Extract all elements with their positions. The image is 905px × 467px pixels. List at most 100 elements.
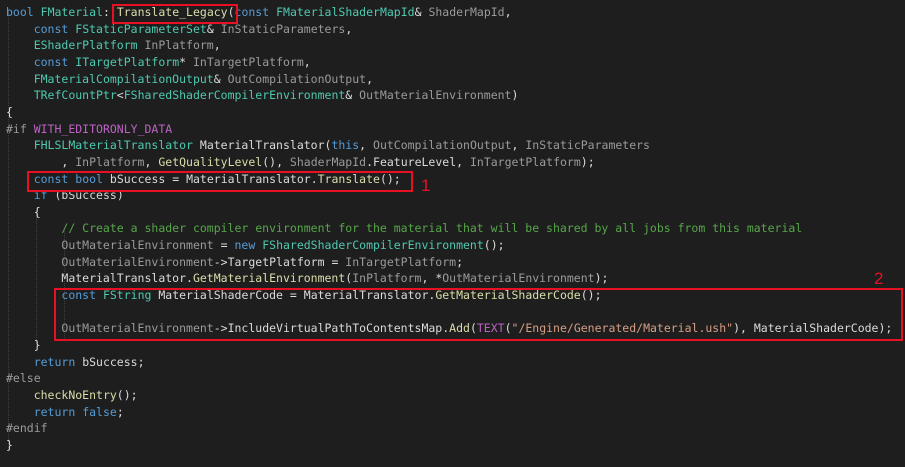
code-token-default: } <box>6 437 13 452</box>
code-line[interactable]: #else <box>6 370 41 387</box>
code-token-default: , <box>6 154 76 169</box>
code-token-class: TRefCountPtr <box>33 88 117 103</box>
code-token-default: (); <box>116 387 138 402</box>
code-line[interactable]: const ITargetPlatform* InTargetPlatform, <box>6 54 311 71</box>
code-token-class: FMaterial <box>40 5 103 19</box>
code-token-keyword: this <box>331 138 360 153</box>
code-token-default: , <box>345 21 353 36</box>
code-line[interactable]: return false; <box>6 404 124 421</box>
code-token-param: OutCompilationOutput <box>227 71 367 86</box>
code-line[interactable]: TRefCountPtr<FSharedShaderCompilerEnviro… <box>6 87 519 104</box>
code-token-default: & <box>213 71 228 86</box>
code-token-keyword: const <box>33 21 69 36</box>
code-token-keyword: const <box>33 54 69 69</box>
code-token-param: InStaticParameters <box>525 138 650 153</box>
code-line[interactable]: MaterialTranslator.GetMaterialEnvironmen… <box>6 270 608 287</box>
code-token-default: { <box>6 104 13 119</box>
code-token-class: FHLSLMaterialTranslator <box>33 138 193 153</box>
code-line[interactable]: EShaderPlatform InPlatform, <box>6 37 221 54</box>
code-token-param: InStaticParameters <box>220 21 346 36</box>
code-token-class: FSharedShaderCompilerEnvironment <box>262 238 484 253</box>
code-token-default: , <box>144 154 159 169</box>
annotation-box-2 <box>54 288 903 341</box>
code-token-default: = <box>324 254 346 269</box>
code-token-default <box>6 38 34 52</box>
annotation-box-1 <box>27 171 413 192</box>
code-token-function: checkNoEntry <box>33 387 117 402</box>
code-token-default <box>6 22 34 36</box>
code-token-default: -> <box>213 254 228 269</box>
code-token-default: { <box>6 204 41 219</box>
code-token-default: } <box>6 338 41 352</box>
code-token-default: . <box>366 154 374 169</box>
code-token-param: ShaderMapId <box>289 154 367 169</box>
code-line[interactable]: bool FMaterial::Translate_Legacy(const F… <box>6 4 512 21</box>
code-line[interactable]: // Create a shader compiler environment … <box>6 220 802 237</box>
code-token-param: InPlatform <box>352 271 422 286</box>
code-token-param: InTargetPlatform <box>345 254 457 269</box>
code-token-keyword: false <box>82 404 117 419</box>
code-token-default <box>6 238 61 252</box>
code-token-default: (); <box>483 238 505 253</box>
code-token-keyword: const <box>234 5 270 19</box>
code-token-param: OutMaterialEnvironment <box>442 271 595 286</box>
code-line[interactable]: { <box>6 104 13 121</box>
code-token-default <box>6 138 34 152</box>
code-token-comment: // Create a shader compiler environment … <box>61 221 803 236</box>
annotation-number-1: 1 <box>421 176 431 195</box>
code-token-default: & <box>345 88 360 103</box>
code-token-default: , <box>359 138 374 153</box>
code-line[interactable]: #endif <box>6 420 48 437</box>
code-token-function: GetQualityLevel <box>158 154 263 169</box>
code-token-class: ITargetPlatform <box>75 54 180 69</box>
code-token-class: EShaderPlatform <box>33 38 138 53</box>
code-line[interactable]: { <box>6 204 41 221</box>
code-line[interactable]: FMaterialCompilationOutput& OutCompilati… <box>6 71 373 88</box>
code-token-param: InTargetPlatform <box>469 154 581 169</box>
code-token-default: . <box>186 271 193 286</box>
annotation-box-translate-legacy <box>112 4 238 24</box>
code-token-default <box>34 5 41 19</box>
code-token-default <box>6 255 61 269</box>
code-line[interactable]: } <box>6 337 41 354</box>
code-token-preproc: #endif <box>6 421 48 436</box>
code-line[interactable]: return bSuccess; <box>6 354 145 371</box>
code-token-default: , <box>366 71 373 86</box>
code-line[interactable]: OutMaterialEnvironment = new FSharedShad… <box>6 237 505 254</box>
code-token-default: ; <box>137 354 145 369</box>
code-token-keyword: new <box>234 238 256 253</box>
code-token-default: , <box>511 138 526 153</box>
code-line[interactable]: OutMaterialEnvironment->TargetPlatform =… <box>6 254 463 271</box>
code-token-default <box>6 355 34 369</box>
code-token-class: FMaterialCompilationOutput <box>33 71 214 86</box>
code-token-default: , * <box>421 271 443 286</box>
code-token-default: , <box>303 54 311 69</box>
code-token-default <box>6 405 34 419</box>
code-line[interactable]: #if WITH_EDITORONLY_DATA <box>6 121 172 138</box>
code-token-param: ShaderMapId <box>428 5 505 19</box>
code-token-default: , <box>213 38 221 53</box>
code-token-param: InPlatform <box>75 154 145 169</box>
code-token-param: InTargetPlatform <box>192 54 304 69</box>
code-token-keyword: return <box>33 354 76 369</box>
code-token-macro: WITH_EDITORONLY_DATA <box>33 121 173 136</box>
code-editor[interactable]: bool FMaterial::Translate_Legacy(const F… <box>0 0 905 467</box>
code-token-default: ); <box>580 154 595 169</box>
code-token-param: OutMaterialEnvironment <box>61 238 214 253</box>
code-token-param: OutMaterialEnvironment <box>61 254 214 269</box>
code-token-default: < <box>116 88 124 103</box>
code-token-preproc: #if <box>6 121 34 136</box>
code-token-param: OutMaterialEnvironment <box>359 88 512 103</box>
code-token-function: GetMaterialEnvironment <box>192 271 346 286</box>
code-token-default: = <box>213 238 235 253</box>
code-token-default <box>138 38 145 52</box>
code-line[interactable]: FHLSLMaterialTranslator MaterialTranslat… <box>6 137 650 154</box>
code-token-preproc: #else <box>6 371 41 386</box>
code-line[interactable]: , InPlatform, GetQualityLevel(), ShaderM… <box>6 154 595 171</box>
code-token-member: TargetPlatform <box>227 254 325 269</box>
code-line[interactable]: } <box>6 437 13 454</box>
code-line[interactable]: checkNoEntry(); <box>6 387 138 404</box>
code-token-member: bSuccess <box>82 354 138 369</box>
code-token-default: ) <box>511 88 519 103</box>
code-token-member: FeatureLevel <box>373 154 457 169</box>
